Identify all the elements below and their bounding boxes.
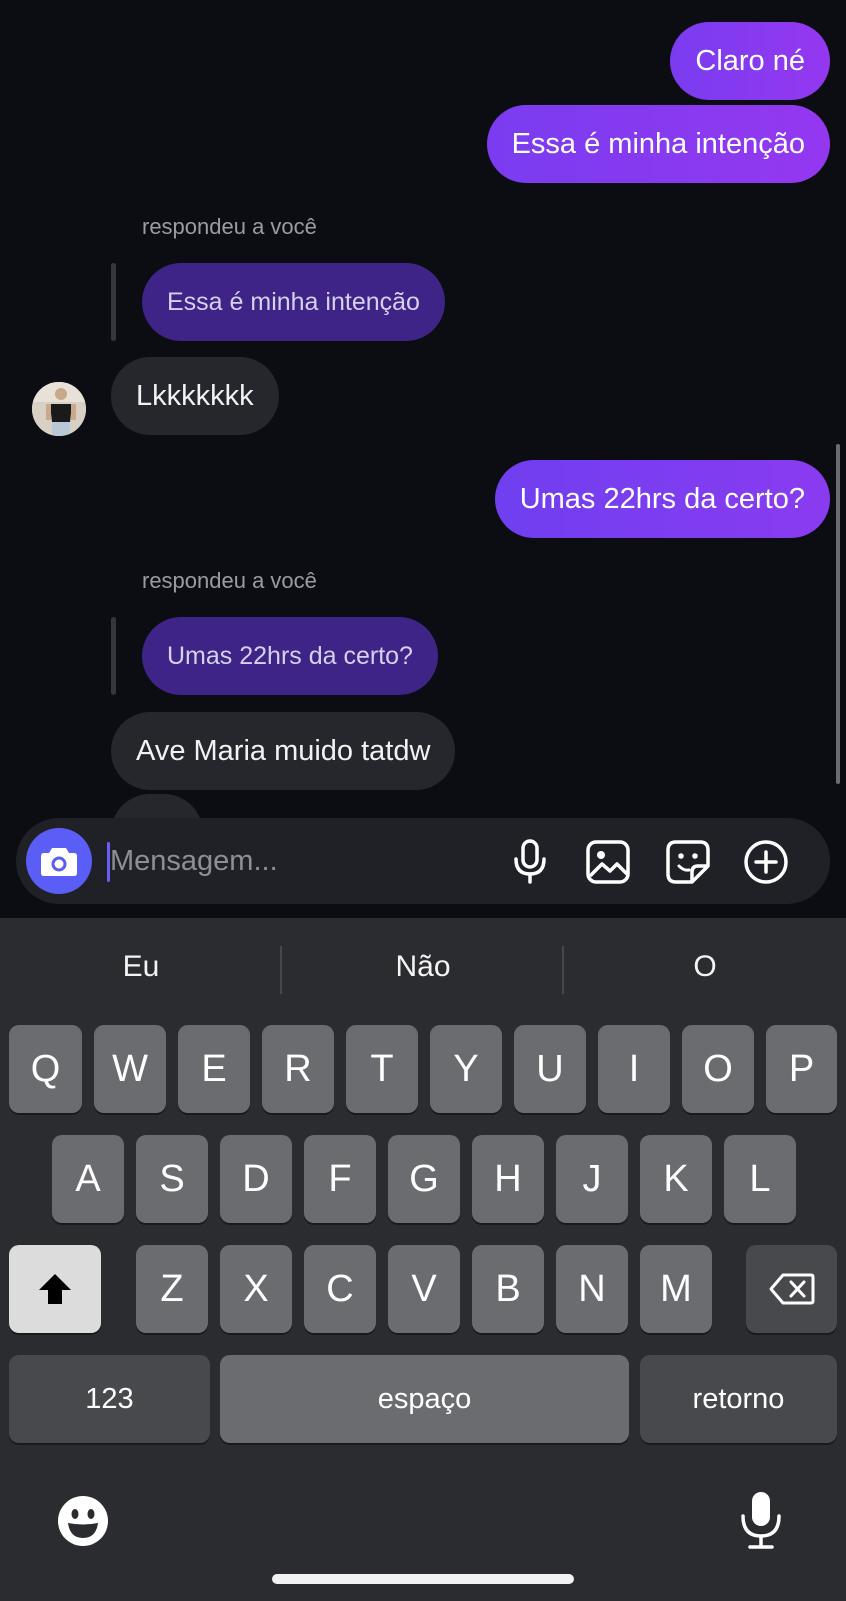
- space-key[interactable]: espaço: [220, 1355, 629, 1443]
- shift-key[interactable]: [9, 1245, 101, 1333]
- reply-label: respondeu a você: [142, 214, 317, 239]
- key-x[interactable]: X: [220, 1245, 292, 1333]
- backspace-key[interactable]: [746, 1245, 837, 1333]
- predictive-bar: Eu Não O: [0, 918, 846, 1018]
- key-j[interactable]: J: [556, 1135, 628, 1223]
- scrollbar[interactable]: [836, 444, 840, 784]
- key-v[interactable]: V: [388, 1245, 460, 1333]
- key-a[interactable]: A: [52, 1135, 124, 1223]
- suggestion[interactable]: Não: [282, 942, 564, 992]
- chat-thread[interactable]: Claro né Essa é minha intenção respondeu…: [0, 0, 846, 918]
- message-text: Umas 22hrs da certo?: [167, 641, 413, 670]
- return-key[interactable]: retorno: [640, 1355, 837, 1443]
- dictation-button[interactable]: [736, 1490, 786, 1550]
- key-o[interactable]: O: [682, 1025, 754, 1113]
- home-indicator[interactable]: [272, 1574, 574, 1584]
- key-y[interactable]: Y: [430, 1025, 502, 1113]
- quote-bar: [111, 263, 116, 341]
- incoming-message[interactable]: Ave Maria muido tatdw: [111, 712, 456, 790]
- avatar[interactable]: [32, 382, 86, 436]
- key-k[interactable]: K: [640, 1135, 712, 1223]
- quote-bar: [111, 617, 116, 695]
- gallery-button[interactable]: [584, 838, 632, 886]
- outgoing-message[interactable]: Essa é minha intenção: [486, 105, 830, 183]
- more-button[interactable]: [742, 838, 790, 886]
- avatar-photo: [32, 382, 86, 436]
- key-g[interactable]: G: [388, 1135, 460, 1223]
- message-text: Ave Maria muido tatdw: [136, 734, 431, 767]
- reply-label: respondeu a você: [142, 568, 317, 593]
- suggestion[interactable]: O: [564, 942, 846, 992]
- shift-arrow-icon: [39, 1274, 71, 1304]
- key-w[interactable]: W: [94, 1025, 166, 1113]
- message-input[interactable]: [110, 838, 490, 884]
- message-text: Lkkkkkkk: [136, 379, 254, 412]
- microphone-icon: [741, 1492, 781, 1549]
- key-r[interactable]: R: [262, 1025, 334, 1113]
- key-h[interactable]: H: [472, 1135, 544, 1223]
- message-composer: [16, 818, 830, 904]
- key-e[interactable]: E: [178, 1025, 250, 1113]
- message-text: Claro né: [695, 44, 805, 77]
- emoji-button[interactable]: [56, 1494, 110, 1548]
- backspace-icon: [769, 1273, 814, 1305]
- key-q[interactable]: Q: [9, 1025, 82, 1113]
- key-b[interactable]: B: [472, 1245, 544, 1333]
- message-text: Essa é minha intenção: [167, 287, 420, 316]
- camera-button[interactable]: [26, 828, 92, 894]
- microphone-icon: [514, 839, 546, 884]
- suggestion[interactable]: Eu: [0, 942, 282, 992]
- message-text: Essa é minha intenção: [511, 127, 805, 160]
- key-i[interactable]: I: [598, 1025, 670, 1113]
- incoming-message[interactable]: Lkkkkkkk: [111, 357, 279, 435]
- camera-icon: [41, 848, 77, 876]
- key-s[interactable]: S: [136, 1135, 208, 1223]
- key-u[interactable]: U: [514, 1025, 586, 1113]
- quoted-message[interactable]: Umas 22hrs da certo?: [142, 617, 438, 695]
- key-p[interactable]: P: [766, 1025, 837, 1113]
- emoji-icon: [58, 1496, 108, 1546]
- key-c[interactable]: C: [304, 1245, 376, 1333]
- plus-circle-icon: [744, 840, 788, 884]
- key-d[interactable]: D: [220, 1135, 292, 1223]
- quoted-message[interactable]: Essa é minha intenção: [142, 263, 445, 341]
- sticker-icon: [666, 840, 710, 884]
- key-t[interactable]: T: [346, 1025, 418, 1113]
- key-l[interactable]: L: [724, 1135, 796, 1223]
- sticker-button[interactable]: [664, 838, 712, 886]
- outgoing-message[interactable]: Umas 22hrs da certo?: [494, 460, 830, 538]
- keyboard: Eu Não O Q W E R T Y U I O P A S D F G H…: [0, 918, 846, 1601]
- message-text: Umas 22hrs da certo?: [519, 482, 805, 515]
- key-z[interactable]: Z: [136, 1245, 208, 1333]
- key-n[interactable]: N: [556, 1245, 628, 1333]
- microphone-button[interactable]: [506, 838, 554, 886]
- key-f[interactable]: F: [304, 1135, 376, 1223]
- image-icon: [586, 840, 630, 884]
- numbers-key[interactable]: 123: [9, 1355, 210, 1443]
- outgoing-message[interactable]: Claro né: [670, 22, 830, 100]
- key-m[interactable]: M: [640, 1245, 712, 1333]
